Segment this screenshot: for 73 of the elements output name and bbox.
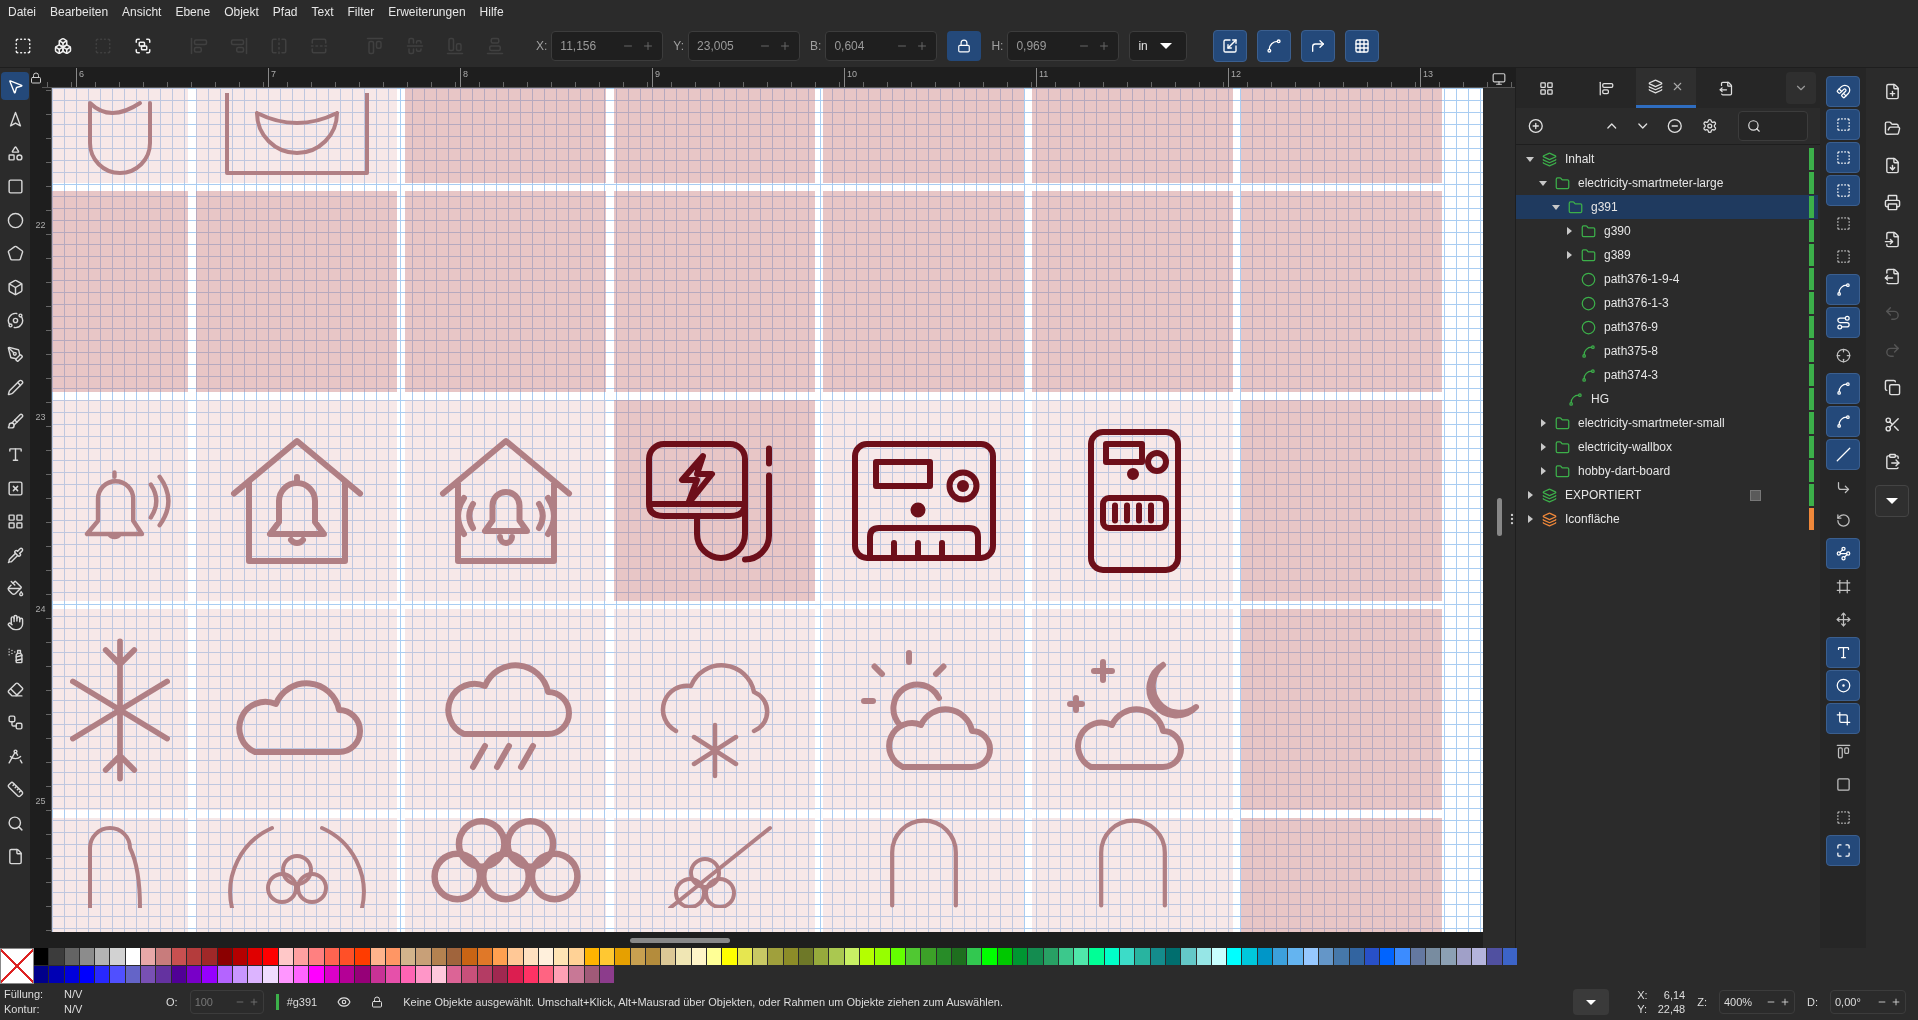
menu-item[interactable]: Pfad [272,3,298,21]
opacity-label: O: [166,994,178,1010]
layer-label: electricity-smartmeter-large [1578,175,1724,192]
menu-item[interactable]: Bearbeiten [50,3,109,21]
menu-item[interactable]: Hilfe [479,3,504,21]
layer-row[interactable]: Iconfläche [1516,507,1818,531]
field-label: H: [991,37,1004,55]
ruler-number: 6 [76,68,268,87]
cursor-y-label: Y: [1637,1002,1648,1016]
cursor-x-label: X: [1637,988,1649,1002]
menu-item[interactable]: Erweiterungen [388,3,466,21]
field-label: B: [810,37,822,55]
layer-row[interactable]: Inhalt [1516,147,1818,171]
ruler-number: 11 [1036,68,1228,87]
ruler-number: 22 [35,219,46,232]
layer-label: g390 [1604,223,1631,240]
cursor-y-value: 22,48 [1656,1002,1686,1016]
status-message: Keine Objekte ausgewählt. Umschalt+Klick, Alt+Mausrad über Objekten, oder Rahmen um Objekte ziehen zum Auswählen. [403,994,1004,1010]
layer-row[interactable]: path376-1-3 [1516,291,1818,315]
menu-item[interactable]: Filter [347,3,375,21]
rotation-field[interactable]: 0,00° [1830,990,1906,1014]
stroke-label: Kontur: [4,1002,41,1017]
zoom-field[interactable]: 400% [1719,990,1795,1014]
layer-label: electricity-smartmeter-small [1578,415,1725,432]
layer-label: path375-8 [1604,343,1659,360]
layer-label: EXPORTIERT [1565,487,1642,504]
layer-row[interactable]: HG [1516,387,1818,411]
ruler-number: 7 [268,68,460,87]
layer-label: hobby-dart-board [1578,463,1671,480]
menu-item[interactable]: Text [311,3,334,21]
layer-row[interactable]: g389 [1516,243,1818,267]
layer-row[interactable]: electricity-smartmeter-small [1516,411,1818,435]
menu-item[interactable]: Datei [8,3,36,21]
ruler-number: 23 [35,411,46,424]
layer-label: g389 [1604,247,1631,264]
field-label: X: [536,37,548,55]
layer-row[interactable]: path376-1-9-4 [1516,267,1818,291]
cursor-x-value: 6,14 [1662,988,1686,1002]
layer-label: electricity-wallbox [1578,439,1673,456]
layer-label: path376-1-3 [1604,295,1669,312]
layer-label: Iconfläche [1565,511,1620,528]
ruler-number: 12 [1228,68,1420,87]
layer-label: path376-9 [1604,319,1659,336]
layer-label: HG [1591,391,1609,408]
ruler-number: 9 [652,68,844,87]
layer-row[interactable]: path375-8 [1516,339,1818,363]
unit-dropdown[interactable]: in [1129,30,1188,61]
field-label: Y: [673,37,685,55]
ruler-number: 25 [35,795,46,808]
layer-label: g391 [1591,199,1618,216]
menu-item[interactable]: Ebene [175,3,211,21]
layer-row[interactable]: electricity-wallbox [1516,435,1818,459]
layer-indicator[interactable]: #g391 [275,993,318,1011]
ruler-number: 8 [460,68,652,87]
stroke-value: N/V [64,1002,84,1017]
zoom-label: Z: [1697,994,1707,1010]
rotation-label: D: [1807,994,1818,1010]
layer-row[interactable]: hobby-dart-board [1516,459,1818,483]
layer-row[interactable]: g391 [1516,195,1818,219]
layer-row[interactable]: EXPORTIERT [1516,483,1818,507]
ruler-number: 24 [35,603,46,616]
menu-item[interactable]: Ansicht [122,3,162,21]
layer-row[interactable]: g390 [1516,219,1818,243]
layer-row[interactable]: electricity-smartmeter-large [1516,171,1818,195]
ruler-number: 10 [844,68,1036,87]
layer-row[interactable]: path374-3 [1516,363,1818,387]
layer-label: Inhalt [1565,151,1595,168]
fill-value: N/V [64,987,84,1002]
layer-label: path374-3 [1604,367,1659,384]
layer-row[interactable]: path376-9 [1516,315,1818,339]
menu-item[interactable]: Objekt [224,3,259,21]
fill-label: Füllung: [4,987,45,1002]
layer-label: path376-1-9-4 [1604,271,1680,288]
